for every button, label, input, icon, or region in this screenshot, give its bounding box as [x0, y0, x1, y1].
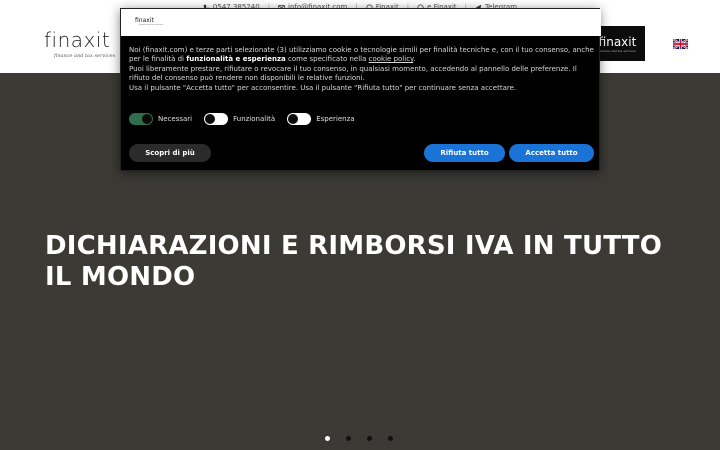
cookie-purposes: funzionalità e esperienza	[186, 55, 286, 64]
toggle-label: Funzionalità	[233, 115, 276, 123]
toggle-switch[interactable]	[204, 113, 229, 125]
toggle-switch[interactable]	[129, 113, 153, 125]
dark-logo-tagline: finance and tax services	[599, 48, 636, 53]
slider-dots	[325, 436, 393, 441]
site-logo[interactable]: finaxit finance and tax services	[44, 28, 115, 59]
toggle-switch[interactable]	[287, 113, 312, 125]
cookie-logo: finaxit	[135, 17, 154, 24]
toggle-knob	[205, 114, 216, 124]
reject-all-button[interactable]: Rifiuta tutto	[424, 144, 505, 162]
cookie-notice-text: Noi (finaxit.com) e terze parti selezion…	[129, 46, 594, 93]
cookie-text-part: .	[413, 55, 416, 64]
hero-title: DICHIARAZIONI E RIMBORSI IVA IN TUTTO IL…	[45, 231, 663, 292]
cookie-text-part: come specificato nella	[285, 55, 369, 64]
toggle-esperienza[interactable]: Esperienza	[287, 113, 355, 125]
cookie-banner-header: finaxit finance and tax services	[121, 9, 601, 36]
toggle-funzionalita[interactable]: Funzionalità	[204, 113, 275, 125]
dark-logo-wordmark: finaxit	[598, 34, 637, 49]
slider-dot[interactable]	[388, 436, 393, 441]
cookie-policy-link[interactable]: cookie policy	[369, 55, 414, 63]
slider-dot[interactable]	[367, 436, 372, 441]
toggle-knob	[288, 114, 299, 124]
consent-toggles: Necessari Funzionalità Esperienza	[129, 113, 367, 125]
uk-flag-icon[interactable]	[673, 39, 688, 49]
slider-dot[interactable]	[346, 436, 351, 441]
cookie-text-part: Usa il pulsante "Accetta tutto" per acco…	[129, 83, 517, 92]
cookie-text-part: Puoi liberamente prestare, rifiutare o r…	[129, 64, 577, 83]
toggle-label: Esperienza	[316, 115, 355, 123]
toggle-knob	[142, 114, 152, 124]
cookie-banner: finaxit finance and tax services Noi (fi…	[120, 8, 601, 171]
cookie-logo-tagline: finance and tax services	[139, 24, 164, 26]
accept-all-button[interactable]: Accetta tutto	[509, 144, 594, 162]
toggle-necessari[interactable]: Necessari	[129, 113, 192, 125]
learn-more-button[interactable]: Scopri di più	[129, 144, 211, 162]
slider-dot[interactable]	[325, 436, 330, 441]
toggle-label: Necessari	[158, 115, 193, 123]
logo-wordmark: finaxit	[44, 28, 111, 52]
logo-tagline: finance and tax services	[54, 53, 116, 59]
